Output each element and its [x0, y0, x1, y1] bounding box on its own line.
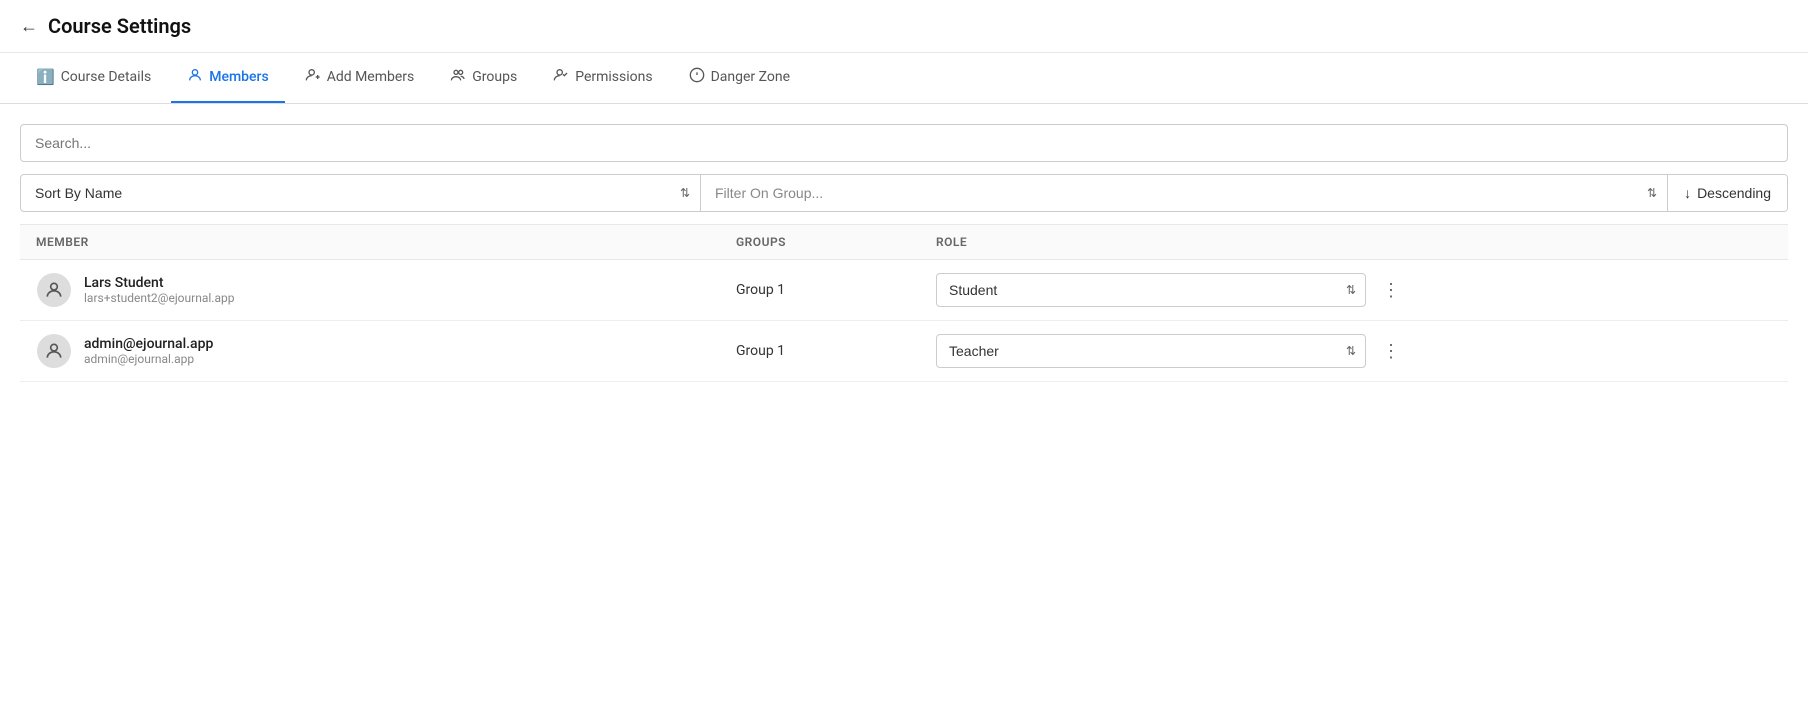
danger-zone-icon	[689, 67, 705, 87]
filters-bar: Sort By Name Sort By Email Sort By Role …	[20, 174, 1788, 212]
member-table-body: Lars Student lars+student2@ejournal.app …	[20, 260, 1788, 382]
more-options-icon: ⋮	[1382, 341, 1400, 362]
member-info: admin@ejournal.app admin@ejournal.app	[36, 333, 736, 369]
member-email: lars+student2@ejournal.app	[84, 291, 234, 305]
page-title: Course Settings	[48, 14, 191, 38]
tab-danger-zone[interactable]: Danger Zone	[673, 53, 806, 103]
search-input[interactable]	[20, 124, 1788, 162]
tab-danger-zone-label: Danger Zone	[711, 69, 790, 85]
group-filter-wrapper: Filter On Group... ⇅	[701, 175, 1668, 211]
table-row: admin@ejournal.app admin@ejournal.app Gr…	[20, 321, 1788, 382]
tab-permissions[interactable]: Permissions	[537, 53, 668, 103]
descending-label: Descending	[1697, 185, 1771, 201]
column-role: ROLE	[936, 235, 1772, 249]
tab-course-details[interactable]: ℹ️ Course Details	[20, 54, 167, 102]
member-role-wrapper: StudentTeacherObserverDesignerTA ⇅ ⋮	[936, 334, 1772, 368]
tabs-nav: ℹ️ Course Details Members Add Members Gr…	[0, 53, 1808, 104]
member-details: admin@ejournal.app admin@ejournal.app	[84, 336, 213, 366]
tab-members[interactable]: Members	[171, 53, 284, 103]
member-details: Lars Student lars+student2@ejournal.app	[84, 275, 234, 305]
course-details-icon: ℹ️	[36, 68, 55, 86]
tab-add-members[interactable]: Add Members	[289, 53, 431, 103]
tab-members-label: Members	[209, 69, 268, 85]
avatar	[36, 333, 72, 369]
add-members-icon	[305, 67, 321, 87]
member-role-wrapper: StudentTeacherObserverDesignerTA ⇅ ⋮	[936, 273, 1772, 307]
back-arrow-icon: ←	[20, 16, 38, 37]
role-select-wrapper: StudentTeacherObserverDesignerTA ⇅	[936, 273, 1366, 307]
tab-groups[interactable]: Groups	[434, 53, 533, 103]
sort-select[interactable]: Sort By Name Sort By Email Sort By Role	[21, 175, 700, 211]
member-groups: Group 1	[736, 282, 936, 298]
sort-filter-wrapper: Sort By Name Sort By Email Sort By Role …	[21, 175, 701, 211]
tab-course-details-label: Course Details	[61, 69, 152, 85]
permissions-icon	[553, 67, 569, 87]
descending-arrow-icon: ↓	[1684, 185, 1691, 201]
more-options-button[interactable]: ⋮	[1374, 337, 1408, 366]
member-info: Lars Student lars+student2@ejournal.app	[36, 272, 736, 308]
member-groups: Group 1	[736, 343, 936, 359]
more-options-icon: ⋮	[1382, 280, 1400, 301]
role-select-wrapper: StudentTeacherObserverDesignerTA ⇅	[936, 334, 1366, 368]
group-filter-select[interactable]: Filter On Group...	[701, 175, 1667, 211]
avatar	[36, 272, 72, 308]
descending-button[interactable]: ↓ Descending	[1668, 175, 1787, 211]
groups-icon	[450, 67, 466, 87]
tab-permissions-label: Permissions	[575, 69, 652, 85]
column-member: MEMBER	[36, 235, 736, 249]
tab-add-members-label: Add Members	[327, 69, 415, 85]
table-header: MEMBER GROUPS ROLE	[20, 224, 1788, 260]
tab-groups-label: Groups	[472, 69, 517, 85]
member-name: admin@ejournal.app	[84, 336, 213, 352]
role-select[interactable]: StudentTeacherObserverDesignerTA	[936, 334, 1366, 368]
member-name: Lars Student	[84, 275, 234, 291]
back-button[interactable]: ←	[20, 16, 38, 37]
page-header: ← Course Settings	[0, 0, 1808, 53]
role-select[interactable]: StudentTeacherObserverDesignerTA	[936, 273, 1366, 307]
column-groups: GROUPS	[736, 235, 936, 249]
members-icon	[187, 67, 203, 87]
main-content: Sort By Name Sort By Email Sort By Role …	[0, 104, 1808, 402]
more-options-button[interactable]: ⋮	[1374, 276, 1408, 305]
member-email: admin@ejournal.app	[84, 352, 213, 366]
table-row: Lars Student lars+student2@ejournal.app …	[20, 260, 1788, 321]
